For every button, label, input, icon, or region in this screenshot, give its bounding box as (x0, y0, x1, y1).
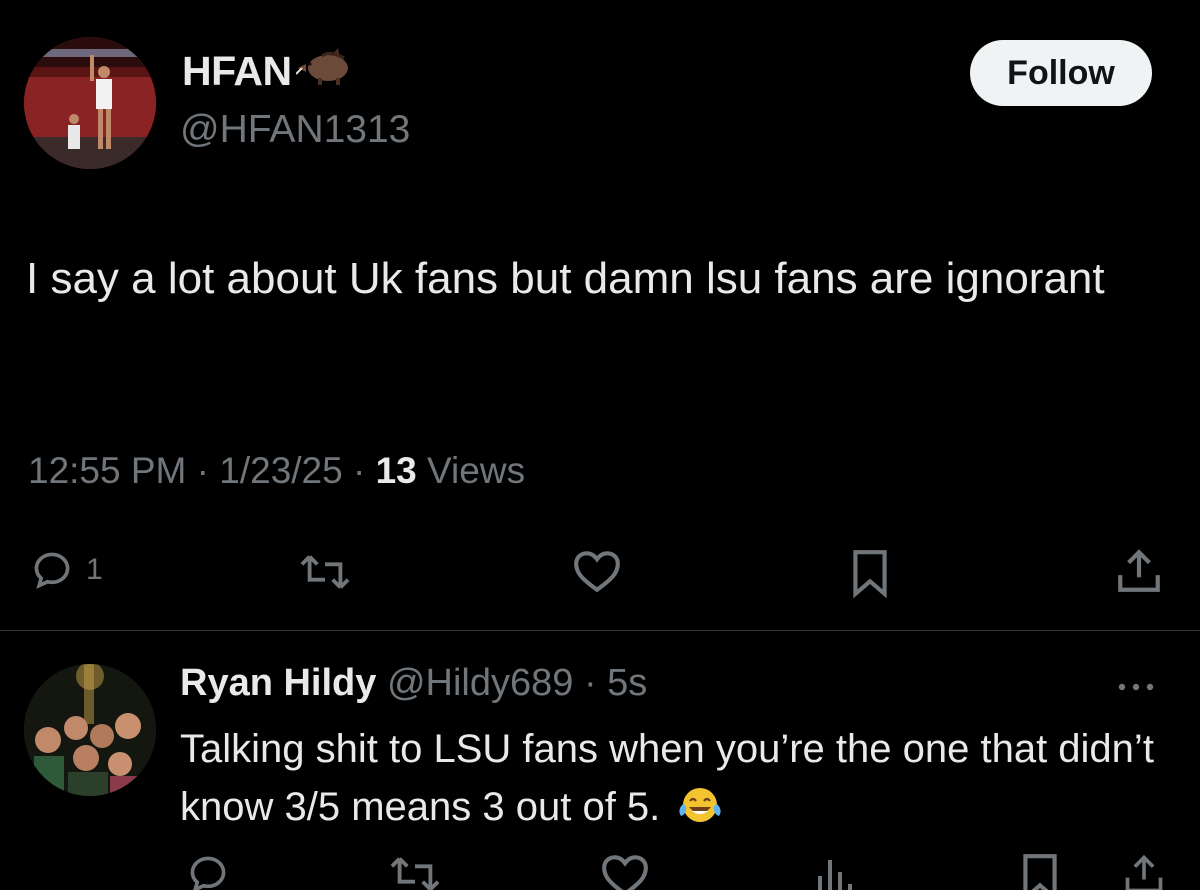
share-icon (1125, 854, 1163, 890)
meta-separator: · (196, 450, 209, 491)
share-icon (1118, 549, 1160, 592)
like-icon (574, 551, 620, 593)
retweet-button[interactable] (300, 550, 350, 594)
divider (0, 630, 1200, 631)
tweet-text: I say a lot about Uk fans but damn lsu f… (26, 254, 1105, 303)
bookmark-button[interactable] (848, 548, 892, 598)
share-button[interactable] (1114, 546, 1164, 596)
reply-icon (34, 552, 70, 589)
author-handle[interactable]: @HFAN1313 (180, 108, 410, 152)
reply-button[interactable]: 1 (30, 548, 103, 592)
reply-icon (190, 856, 226, 890)
author-avatar[interactable] (24, 37, 156, 169)
tweet-detail-page: HFAN @HFAN1313 Follow I say a lot about … (0, 0, 1200, 890)
reply-bookmark-button[interactable] (1018, 852, 1062, 890)
reply-retweet-button[interactable] (390, 852, 440, 890)
follow-button[interactable]: Follow (970, 40, 1152, 106)
reply-header: Ryan Hildy @Hildy689 · 5s (180, 662, 647, 705)
reply-text: Talking shit to LSU fans when you’re the… (180, 720, 1180, 842)
views-label: Views (427, 450, 526, 491)
author-name[interactable]: HFAN (182, 46, 352, 96)
reply-author-handle[interactable]: @Hildy689 (387, 662, 573, 704)
bookmark-icon (1023, 854, 1057, 890)
more-icon[interactable] (1116, 680, 1156, 699)
meta-separator: · (583, 662, 597, 704)
tweet-time[interactable]: 12:55 PM (28, 450, 186, 491)
reply-share-button[interactable] (1122, 852, 1166, 890)
views-icon (818, 860, 852, 890)
retweet-icon (390, 857, 440, 890)
boar-icon (294, 46, 352, 96)
reply-reply-button[interactable] (186, 852, 230, 890)
avatar-image (24, 37, 156, 169)
reply-like-button[interactable] (600, 852, 650, 890)
views-count: 13 (375, 450, 417, 491)
tweet-meta: 12:55 PM · 1/23/25 · 13 Views (28, 450, 525, 492)
reply-views-button[interactable] (814, 852, 854, 890)
reply-time[interactable]: 5s (607, 662, 647, 704)
retweet-icon (300, 555, 350, 589)
reply-author-avatar[interactable] (24, 664, 156, 796)
meta-separator: · (353, 450, 366, 491)
like-icon (602, 855, 648, 890)
reply-count: 1 (86, 553, 103, 586)
like-button[interactable] (572, 548, 622, 594)
avatar-image (24, 664, 156, 796)
reply-author-name[interactable]: Ryan Hildy (180, 662, 376, 704)
tears-of-joy-icon (677, 784, 723, 842)
tweet-date[interactable]: 1/23/25 (219, 450, 342, 491)
author-name-text: HFAN (182, 47, 292, 94)
bookmark-icon (853, 550, 887, 598)
reply-text-content: Talking shit to LSU fans when you’re the… (180, 727, 1154, 829)
